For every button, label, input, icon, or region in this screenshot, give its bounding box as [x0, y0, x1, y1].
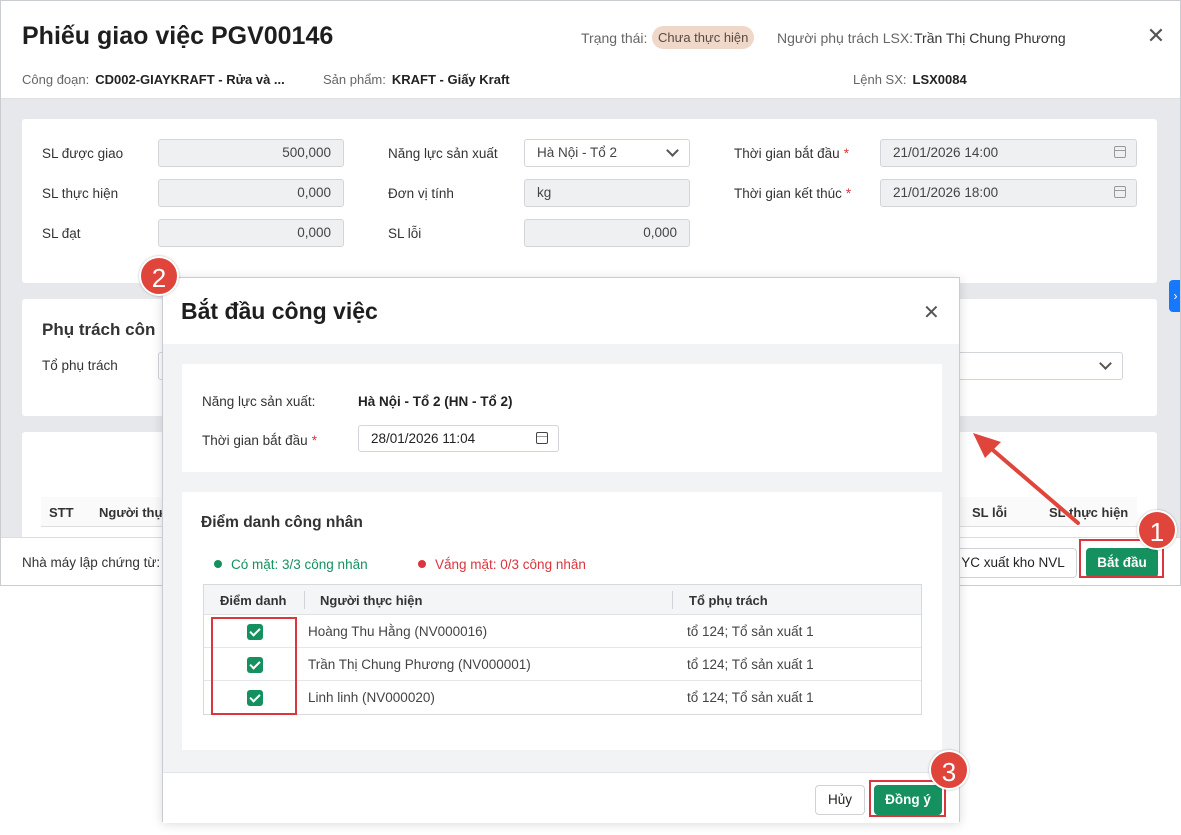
dialog-header: Bắt đầu công việc ✕ [163, 278, 959, 344]
product-value: KRAFT - Giấy Kraft [391, 72, 510, 87]
end-time-field[interactable]: 21/01/2026 18:00 [880, 179, 1137, 207]
worker-group: tổ 124; Tổ sản xuất 1 [687, 657, 814, 672]
dialog-start-time-field[interactable]: 28/01/2026 11:04 [358, 425, 559, 452]
dialog-footer: Hủy Đồng ý [163, 772, 959, 823]
qty-ok-label: SL đạt [42, 226, 81, 241]
attendance-title: Điểm danh công nhân [201, 514, 363, 531]
capacity-label: Năng lực sản xuất [388, 146, 498, 161]
stage-value: CD002-GIAYKRAFT - Rửa và ... [95, 72, 285, 87]
col-worker: Người thực [99, 505, 172, 520]
start-time-label: Thời gian bắt đầu * [734, 146, 849, 161]
group-label: Tổ phụ trách [42, 358, 118, 373]
order-label: Lệnh SX: [853, 72, 907, 87]
step-marker-1: 1 [1137, 510, 1177, 550]
start-time-label-text: Thời gian bắt đầu [734, 146, 840, 161]
status-badge: Chưa thực hiện [652, 26, 755, 49]
table-row: Hoàng Thu Hằng (NV000016) tổ 124; Tổ sản… [204, 615, 921, 648]
dialog-start-time-value: 28/01/2026 11:04 [371, 431, 476, 446]
attendance-table: Điểm danh Người thực hiện Tổ phụ trách H… [203, 584, 922, 715]
attendance-table-header: Điểm danh Người thực hiện Tổ phụ trách [204, 585, 921, 615]
calendar-icon [1114, 146, 1126, 158]
start-work-dialog: Bắt đầu công việc ✕ Năng lực sản xuất: H… [162, 277, 960, 823]
unit-field[interactable]: kg [524, 179, 690, 207]
absent-count: Vắng mặt: 0/3 công nhân [418, 557, 586, 572]
close-icon[interactable]: ✕ [1145, 25, 1167, 47]
dialog-capacity-label: Năng lực sản xuất: [202, 394, 316, 409]
table-row: Trần Thị Chung Phương (NV000001) tổ 124;… [204, 648, 921, 681]
end-time-label: Thời gian kết thúc * [734, 186, 852, 201]
product-label: Sản phẩm: [323, 72, 386, 87]
stage-info: Công đoạn: CD002-GIAYKRAFT - Rửa và ... [22, 72, 285, 87]
qty-error-field[interactable]: 0,000 [524, 219, 690, 247]
qty-done-field[interactable]: 0,000 [158, 179, 344, 207]
highlight-checkboxes [211, 617, 297, 715]
responsible-section-title: Phụ trách côn [42, 320, 156, 339]
calendar-icon [536, 432, 548, 444]
yc-export-button[interactable]: YC xuất kho NVL [949, 548, 1077, 578]
worker-group: tổ 124; Tổ sản xuất 1 [687, 690, 814, 705]
end-time-label-text: Thời gian kết thúc [734, 186, 842, 201]
annotation-arrow [973, 433, 1080, 525]
stage-label: Công đoạn: [22, 72, 90, 87]
order-value: LSX0084 [912, 72, 967, 87]
chevron-down-icon [666, 144, 679, 157]
capacity-value: Hà Nội - Tổ 2 [537, 145, 618, 160]
end-time-value: 21/01/2026 18:00 [893, 185, 999, 200]
highlight-confirm-button [869, 780, 946, 817]
worker-name: Hoàng Thu Hằng (NV000016) [308, 624, 488, 639]
dialog-title: Bắt đầu công việc [181, 298, 378, 324]
product-info: Sản phẩm: KRAFT - Giấy Kraft [323, 72, 510, 87]
dialog-start-label: Thời gian bắt đầu * [202, 433, 317, 448]
present-count: Có mặt: 3/3 công nhân [214, 557, 368, 572]
worker-name: Trần Thị Chung Phương (NV000001) [308, 657, 531, 672]
dialog-start-label-text: Thời gian bắt đầu [202, 433, 308, 448]
absent-dot-icon [418, 560, 426, 568]
chevron-down-icon [1099, 357, 1112, 370]
qty-assigned-field[interactable]: 500,000 [158, 139, 344, 167]
capacity-select[interactable]: Hà Nội - Tổ 2 [524, 139, 690, 167]
qty-ok-field[interactable]: 0,000 [158, 219, 344, 247]
table-row: Linh linh (NV000020) tổ 124; Tổ sản xuất… [204, 681, 921, 714]
start-time-field[interactable]: 21/01/2026 14:00 [880, 139, 1137, 167]
general-info-card: SL được giao 500,000 SL thực hiện 0,000 … [22, 119, 1157, 283]
qty-assigned-label: SL được giao [42, 146, 124, 161]
factory-label: Nhà máy lập chứng từ: [22, 555, 161, 570]
calendar-icon [1114, 186, 1126, 198]
order-info: Lệnh SX: LSX0084 [853, 72, 967, 87]
cancel-button[interactable]: Hủy [815, 785, 865, 815]
qty-done-label: SL thực hiện [42, 186, 119, 201]
present-text: Có mặt: 3/3 công nhân [231, 557, 368, 572]
col-group: Tổ phụ trách [689, 593, 768, 608]
window-header: Phiếu giao việc PGV00146 Trạng thái: Chư… [1, 1, 1180, 99]
col-attendance: Điểm danh [220, 593, 287, 608]
step-marker-3: 3 [929, 750, 969, 790]
col-stt: STT [49, 505, 74, 520]
start-time-value: 21/01/2026 14:00 [893, 145, 999, 160]
owner-value: Trần Thị Chung Phương [914, 30, 1066, 46]
page-title: Phiếu giao việc PGV00146 [22, 22, 334, 50]
unit-label: Đơn vị tính [388, 186, 454, 201]
close-icon[interactable]: ✕ [923, 300, 940, 325]
worker-name: Linh linh (NV000020) [308, 690, 435, 705]
status-label: Trạng thái: [581, 30, 648, 46]
dialog-capacity-value: Hà Nội - Tổ 2 (HN - Tổ 2) [358, 394, 513, 409]
col-worker-name: Người thực hiện [320, 593, 423, 608]
absent-text: Vắng mặt: 0/3 công nhân [435, 557, 586, 572]
dialog-info-card: Năng lực sản xuất: Hà Nội - Tổ 2 (HN - T… [182, 364, 942, 472]
present-dot-icon [214, 560, 222, 568]
owner-label: Người phụ trách LSX: [777, 30, 914, 46]
qty-error-label: SL lỗi [388, 226, 422, 241]
worker-group: tổ 124; Tổ sản xuất 1 [687, 624, 814, 639]
side-panel-toggle[interactable]: › [1169, 280, 1180, 312]
step-marker-2: 2 [139, 256, 179, 296]
